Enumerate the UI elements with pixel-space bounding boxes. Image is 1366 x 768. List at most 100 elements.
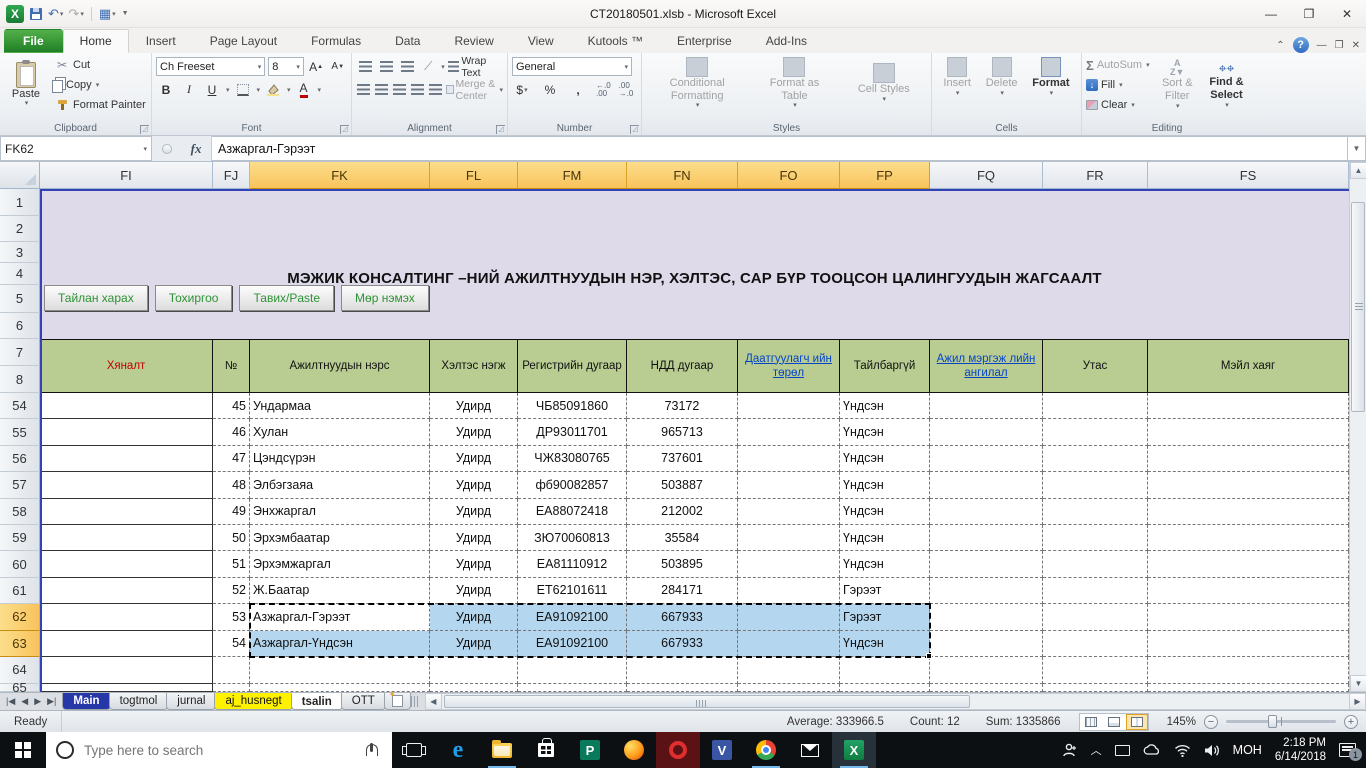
cell-FR65[interactable] xyxy=(1043,684,1148,692)
formula-bar-input[interactable]: Азжаргал-Гэрээт xyxy=(212,136,1348,161)
shrink-font-button[interactable]: A ▼ xyxy=(328,57,347,76)
column-header-FO[interactable]: FO xyxy=(738,162,840,189)
expand-formula-bar-icon[interactable]: ▼ xyxy=(1348,136,1366,161)
cell-FR56[interactable] xyxy=(1043,445,1148,473)
cell-FP64[interactable] xyxy=(840,657,930,684)
cell-FL58[interactable]: Удирд xyxy=(430,498,518,525)
ribbon-tab-add-ins[interactable]: Add-Ins xyxy=(749,29,824,53)
ribbon-tab-home[interactable]: Home xyxy=(62,29,129,53)
taskbar-search[interactable] xyxy=(46,732,392,768)
cell-FS62[interactable] xyxy=(1148,604,1349,631)
row-header-3[interactable]: 3 xyxy=(0,242,40,263)
copy-button[interactable]: Copy ▾ xyxy=(52,75,146,95)
cell-FP65[interactable] xyxy=(840,684,930,692)
previous-sheet-icon[interactable]: ◀ xyxy=(21,696,28,707)
cell-FQ54[interactable] xyxy=(930,393,1043,420)
cell-FI55[interactable] xyxy=(40,419,213,446)
normal-view-button[interactable] xyxy=(1080,714,1102,730)
fill-button[interactable]: ↓ Fill ▾ xyxy=(1086,75,1150,95)
cell-FR55[interactable] xyxy=(1043,419,1148,446)
cell-FJ65[interactable] xyxy=(213,684,250,692)
cell-FQ65[interactable] xyxy=(930,684,1043,692)
cell-FK58[interactable]: Энхжаргал xyxy=(250,498,430,525)
cell-styles-button[interactable]: Cell Styles ▾ xyxy=(848,55,920,112)
font-name-combo[interactable]: Ch Freeset ▾ xyxy=(156,57,266,76)
fill-color-button[interactable] xyxy=(263,80,283,99)
cell-FS64[interactable] xyxy=(1148,657,1349,684)
cell-FN64[interactable] xyxy=(627,657,738,684)
row-header-65[interactable]: 65 xyxy=(0,680,40,695)
sheet-button-3[interactable]: Тавих/Paste xyxy=(239,285,335,311)
start-button[interactable] xyxy=(0,732,46,768)
format-as-table-button[interactable]: Format as Table ▾ xyxy=(755,55,833,112)
cell-FL63[interactable]: Удирд xyxy=(430,630,518,657)
cell-FJ61[interactable]: 52 xyxy=(213,577,250,605)
insert-function-button[interactable]: fx xyxy=(191,141,202,157)
row-header-59[interactable]: 59 xyxy=(0,524,40,552)
tablet-mode-icon[interactable] xyxy=(1114,744,1130,756)
cell-FI61[interactable] xyxy=(40,577,213,605)
column-header-FQ[interactable]: FQ xyxy=(930,162,1043,189)
sheet-button-1[interactable]: Тайлан харах xyxy=(44,285,148,311)
cell-FM61[interactable]: ЕТ62101611 xyxy=(518,577,627,605)
cell-FL54[interactable]: Удирд xyxy=(430,393,518,420)
cell-FJ58[interactable]: 49 xyxy=(213,498,250,525)
comma-style-button[interactable]: , xyxy=(568,80,588,99)
ribbon-tab-view[interactable]: View xyxy=(511,29,571,53)
format-painter-button[interactable]: Format Painter xyxy=(54,95,146,115)
sheet-tab-jurnal[interactable]: jurnal xyxy=(166,693,217,710)
row-header-1[interactable]: 1 xyxy=(0,189,40,216)
cell-FR54[interactable] xyxy=(1043,393,1148,420)
borders-button[interactable] xyxy=(233,80,253,99)
cell-FP61[interactable]: Гэрээт xyxy=(840,577,930,605)
cell-FM55[interactable]: ДР93011701 xyxy=(518,419,627,446)
cell-FJ56[interactable]: 47 xyxy=(213,445,250,473)
cell-FL60[interactable]: Удирд xyxy=(430,551,518,578)
cell-FL59[interactable]: Удирд xyxy=(430,525,518,552)
cell-FQ63[interactable] xyxy=(930,630,1043,657)
cell-FR64[interactable] xyxy=(1043,657,1148,684)
qat-table-button[interactable]: ▦ ▾ xyxy=(99,6,116,22)
tab-scroll-splitter[interactable] xyxy=(410,696,419,707)
grow-font-button[interactable]: A ▲ xyxy=(307,57,326,76)
scroll-up-icon[interactable]: ▲ xyxy=(1350,162,1366,179)
cell-FP54[interactable]: Үндсэн xyxy=(840,393,930,420)
table-header-FO[interactable]: Даатгуулагч ийн төрөл xyxy=(738,340,840,392)
cell-FO61[interactable] xyxy=(738,577,840,605)
cell-FS57[interactable] xyxy=(1148,472,1349,499)
save-button[interactable] xyxy=(29,7,43,21)
orientation-button[interactable]: ⟋ xyxy=(419,57,437,76)
column-header-FN[interactable]: FN xyxy=(627,162,738,189)
cell-FQ64[interactable] xyxy=(930,657,1043,684)
format-cells-button[interactable]: Format ▾ xyxy=(1028,55,1073,100)
cell-FJ57[interactable]: 48 xyxy=(213,472,250,499)
ribbon-tab-formulas[interactable]: Formulas xyxy=(294,29,378,53)
cell-FK60[interactable]: Эрхэмжаргал xyxy=(250,551,430,578)
cell-FK63[interactable]: Азжаргал-Үндсэн xyxy=(250,630,430,657)
cell-FJ59[interactable]: 50 xyxy=(213,525,250,552)
cell-FO63[interactable] xyxy=(738,630,840,657)
cell-FP60[interactable]: Үндсэн xyxy=(840,551,930,578)
wifi-icon[interactable] xyxy=(1174,744,1191,757)
edge-taskbar-button[interactable]: e xyxy=(436,732,480,768)
row-header-62[interactable]: 62 xyxy=(0,604,40,631)
cell-FN60[interactable]: 503895 xyxy=(627,551,738,578)
align-top-icon[interactable] xyxy=(356,57,374,76)
mail-taskbar-button[interactable] xyxy=(788,732,832,768)
font-color-button[interactable]: A xyxy=(294,80,314,99)
cell-FN58[interactable]: 212002 xyxy=(627,498,738,525)
cell-FL55[interactable]: Удирд xyxy=(430,419,518,446)
cell-FK54[interactable]: Ундармаа xyxy=(250,393,430,420)
sheet-button-4[interactable]: Мөр нэмэх xyxy=(341,285,429,311)
row-header-6[interactable]: 6 xyxy=(0,313,40,339)
cell-FS56[interactable] xyxy=(1148,445,1349,473)
cell-FM54[interactable]: ЧБ85091860 xyxy=(518,393,627,420)
font-size-combo[interactable]: 8 ▾ xyxy=(268,57,304,76)
cell-FK55[interactable]: Хулан xyxy=(250,419,430,446)
column-header-FR[interactable]: FR xyxy=(1043,162,1148,189)
fill-handle[interactable] xyxy=(926,653,932,659)
cell-FR63[interactable] xyxy=(1043,630,1148,657)
cell-FN65[interactable] xyxy=(627,684,738,692)
cell-FR61[interactable] xyxy=(1043,577,1148,605)
file-explorer-taskbar-button[interactable] xyxy=(480,732,524,768)
